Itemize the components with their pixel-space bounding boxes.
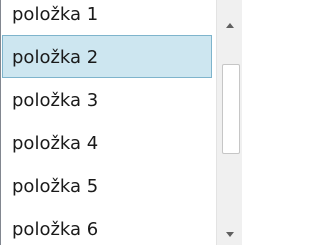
- list-item-4[interactable]: položka 4: [2, 121, 214, 164]
- list-item-1[interactable]: položka 1: [2, 0, 214, 35]
- scroll-down-button[interactable]: [217, 222, 242, 245]
- list-items: položka 1 položka 2 položka 3 položka 4 …: [2, 0, 214, 245]
- arrow-down-icon: [226, 231, 234, 237]
- listbox[interactable]: položka 1 položka 2 položka 3 položka 4 …: [0, 0, 242, 245]
- vertical-scrollbar[interactable]: [216, 0, 242, 245]
- list-item-2-selected[interactable]: položka 2: [2, 35, 212, 78]
- list-item-6[interactable]: položka 6: [2, 207, 214, 245]
- arrow-up-icon: [226, 22, 234, 28]
- scroll-thumb[interactable]: [222, 64, 240, 154]
- list-viewport: položka 1 položka 2 položka 3 položka 4 …: [2, 0, 214, 245]
- scroll-up-button[interactable]: [217, 10, 242, 40]
- list-item-5[interactable]: položka 5: [2, 164, 214, 207]
- list-item-3[interactable]: položka 3: [2, 78, 214, 121]
